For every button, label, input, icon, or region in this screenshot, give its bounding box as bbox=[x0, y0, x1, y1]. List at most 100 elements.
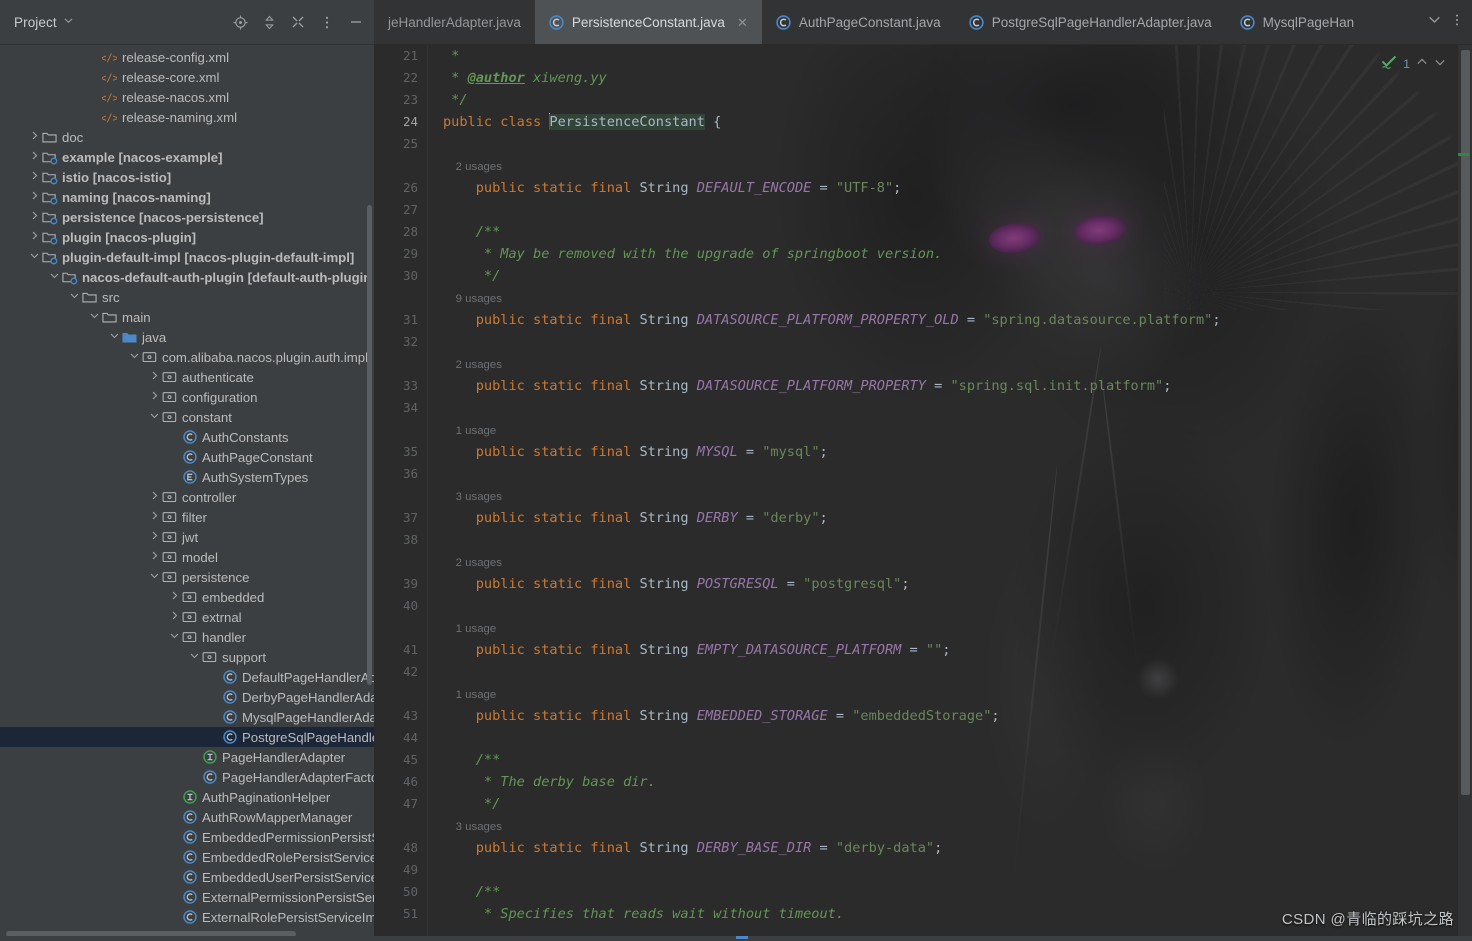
tree-node[interactable]: AuthConstants bbox=[0, 427, 374, 447]
tree-node[interactable]: embedded bbox=[0, 587, 374, 607]
tree-node[interactable]: main bbox=[0, 307, 374, 327]
chevron-down-icon[interactable] bbox=[188, 647, 201, 667]
chevron-right-icon[interactable] bbox=[148, 487, 161, 507]
tree-node[interactable]: DefaultPageHandlerAdap bbox=[0, 667, 374, 687]
chevron-down-icon[interactable] bbox=[48, 267, 61, 287]
chevron-right-icon[interactable] bbox=[148, 507, 161, 527]
tree-node[interactable]: AuthSystemTypes bbox=[0, 467, 374, 487]
tree-node[interactable]: authenticate bbox=[0, 367, 374, 387]
tree-node[interactable]: MysqlPageHandlerAdapt bbox=[0, 707, 374, 727]
tree-node[interactable]: model bbox=[0, 547, 374, 567]
editor-tab[interactable]: PersistenceConstant.java ✕ bbox=[534, 0, 762, 44]
editor-scrollbar[interactable] bbox=[1458, 45, 1472, 941]
chevron-down-icon[interactable] bbox=[128, 347, 141, 367]
tree-node[interactable]: java bbox=[0, 327, 374, 347]
tree-node[interactable]: nacos-default-auth-plugin [default-auth-… bbox=[0, 267, 374, 287]
tree-node[interactable]: AuthPaginationHelper bbox=[0, 787, 374, 807]
tree-node[interactable]: naming [nacos-naming] bbox=[0, 187, 374, 207]
chevron-right-icon[interactable] bbox=[148, 547, 161, 567]
more-options-icon[interactable] bbox=[319, 14, 335, 30]
tree-node[interactable]: EmbeddedPermissionPersistS bbox=[0, 827, 374, 847]
chevron-right-icon[interactable] bbox=[28, 167, 41, 187]
tree-node[interactable]: persistence bbox=[0, 567, 374, 587]
tree-node[interactable]: DerbyPageHandlerAdapt bbox=[0, 687, 374, 707]
expand-collapse-icon[interactable] bbox=[261, 14, 277, 30]
chevron-down-icon[interactable] bbox=[28, 247, 41, 267]
usages-hint[interactable]: 3 usages bbox=[443, 485, 502, 507]
usages-hint[interactable]: 1 usage bbox=[443, 617, 497, 639]
usages-hint[interactable]: 2 usages bbox=[443, 551, 502, 573]
chevron-down-icon[interactable] bbox=[108, 327, 121, 347]
chevron-right-icon[interactable] bbox=[148, 387, 161, 407]
tree-node[interactable]: constant bbox=[0, 407, 374, 427]
tree-node[interactable]: PageHandlerAdapter bbox=[0, 747, 374, 767]
project-tree[interactable]: </> release-config.xml </> release-core.xml… bbox=[0, 45, 374, 941]
tree-node[interactable]: filter bbox=[0, 507, 374, 527]
chevron-down-icon[interactable] bbox=[88, 307, 101, 327]
inspection-widget[interactable]: 1 bbox=[1381, 55, 1446, 72]
chevron-right-icon[interactable] bbox=[28, 187, 41, 207]
tree-node[interactable]: AuthPageConstant bbox=[0, 447, 374, 467]
chevron-down-icon[interactable] bbox=[64, 16, 73, 28]
chevron-right-icon[interactable] bbox=[28, 227, 41, 247]
tree-node[interactable]: src bbox=[0, 287, 374, 307]
locate-icon[interactable] bbox=[232, 14, 248, 30]
tree-node[interactable]: EmbeddedUserPersistServiceI bbox=[0, 867, 374, 887]
tree-node[interactable]: </> release-naming.xml bbox=[0, 107, 374, 127]
usages-hint[interactable]: 2 usages bbox=[443, 353, 502, 375]
chevron-down-icon[interactable] bbox=[1434, 56, 1446, 71]
tree-node[interactable]: </> release-nacos.xml bbox=[0, 87, 374, 107]
tree-node[interactable]: PostgreSqlPageHandlerA bbox=[0, 727, 374, 747]
tree-node[interactable]: </> release-config.xml bbox=[0, 47, 374, 67]
tree-node[interactable]: extrnal bbox=[0, 607, 374, 627]
editor-tab[interactable]: jeHandlerAdapter.java bbox=[374, 0, 535, 44]
collapse-all-icon[interactable] bbox=[290, 14, 306, 30]
chevron-down-icon[interactable] bbox=[168, 627, 181, 647]
code-editor[interactable]: 21 22 23 24 25 26 27 28 29 30 31 32 33 34 35 36 37 38 39 40… bbox=[374, 45, 1472, 941]
tree-node[interactable]: ExternalPermissionPersistServ bbox=[0, 887, 374, 907]
tree-node[interactable]: </> release-core.xml bbox=[0, 67, 374, 87]
chevron-down-icon[interactable] bbox=[148, 567, 161, 587]
tree-node[interactable]: controller bbox=[0, 487, 374, 507]
tree-node[interactable]: example [nacos-example] bbox=[0, 147, 374, 167]
chevron-up-icon[interactable] bbox=[1416, 56, 1428, 71]
chevron-right-icon[interactable] bbox=[28, 147, 41, 167]
usages-hint[interactable]: 3 usages bbox=[443, 815, 502, 837]
usages-hint[interactable]: 1 usage bbox=[443, 683, 497, 705]
chevron-right-icon[interactable] bbox=[148, 367, 161, 387]
tree-node[interactable]: istio [nacos-istio] bbox=[0, 167, 374, 187]
tree-node[interactable]: support bbox=[0, 647, 374, 667]
tree-vertical-scrollbar[interactable] bbox=[367, 205, 372, 685]
tab-overflow-chevron-down-icon[interactable] bbox=[1428, 13, 1441, 31]
chevron-right-icon[interactable] bbox=[148, 527, 161, 547]
scrollbar-thumb[interactable] bbox=[1461, 50, 1470, 795]
editor-tab[interactable]: PostgreSqlPageHandlerAdapter.java bbox=[955, 0, 1226, 44]
close-icon[interactable]: ✕ bbox=[737, 16, 748, 29]
chevron-right-icon[interactable] bbox=[168, 607, 181, 627]
chevron-down-icon[interactable] bbox=[68, 287, 81, 307]
tree-node[interactable]: plugin [nacos-plugin] bbox=[0, 227, 374, 247]
chevron-right-icon[interactable] bbox=[28, 207, 41, 227]
chevron-right-icon[interactable] bbox=[28, 127, 41, 147]
tree-node[interactable]: configuration bbox=[0, 387, 374, 407]
usages-hint[interactable]: 2 usages bbox=[443, 155, 502, 177]
usages-hint[interactable]: 9 usages bbox=[443, 287, 502, 309]
tab-more-options-icon[interactable] bbox=[1455, 13, 1459, 32]
editor-tab[interactable]: AuthPageConstant.java bbox=[762, 0, 955, 44]
tree-node[interactable]: PageHandlerAdapterFactor bbox=[0, 767, 374, 787]
tree-node[interactable]: jwt bbox=[0, 527, 374, 547]
project-panel-title[interactable]: Project bbox=[14, 15, 57, 30]
hide-panel-icon[interactable] bbox=[348, 14, 364, 30]
tree-node[interactable]: doc bbox=[0, 127, 374, 147]
tree-node[interactable]: persistence [nacos-persistence] bbox=[0, 207, 374, 227]
chevron-down-icon[interactable] bbox=[148, 407, 161, 427]
tree-node[interactable]: ExternalRolePersistServiceImp bbox=[0, 907, 374, 927]
tree-node[interactable]: EmbeddedRolePersistServiceI bbox=[0, 847, 374, 867]
chevron-right-icon[interactable] bbox=[168, 587, 181, 607]
tree-node[interactable]: handler bbox=[0, 627, 374, 647]
tree-node[interactable]: com.alibaba.nacos.plugin.auth.impl bbox=[0, 347, 374, 367]
tree-node[interactable]: AuthRowMapperManager bbox=[0, 807, 374, 827]
tree-node[interactable]: plugin-default-impl [nacos-plugin-defaul… bbox=[0, 247, 374, 267]
code-content[interactable]: * * @author xiweng.yy */ public class Per… bbox=[427, 45, 1472, 941]
usages-hint[interactable]: 1 usage bbox=[443, 419, 497, 441]
